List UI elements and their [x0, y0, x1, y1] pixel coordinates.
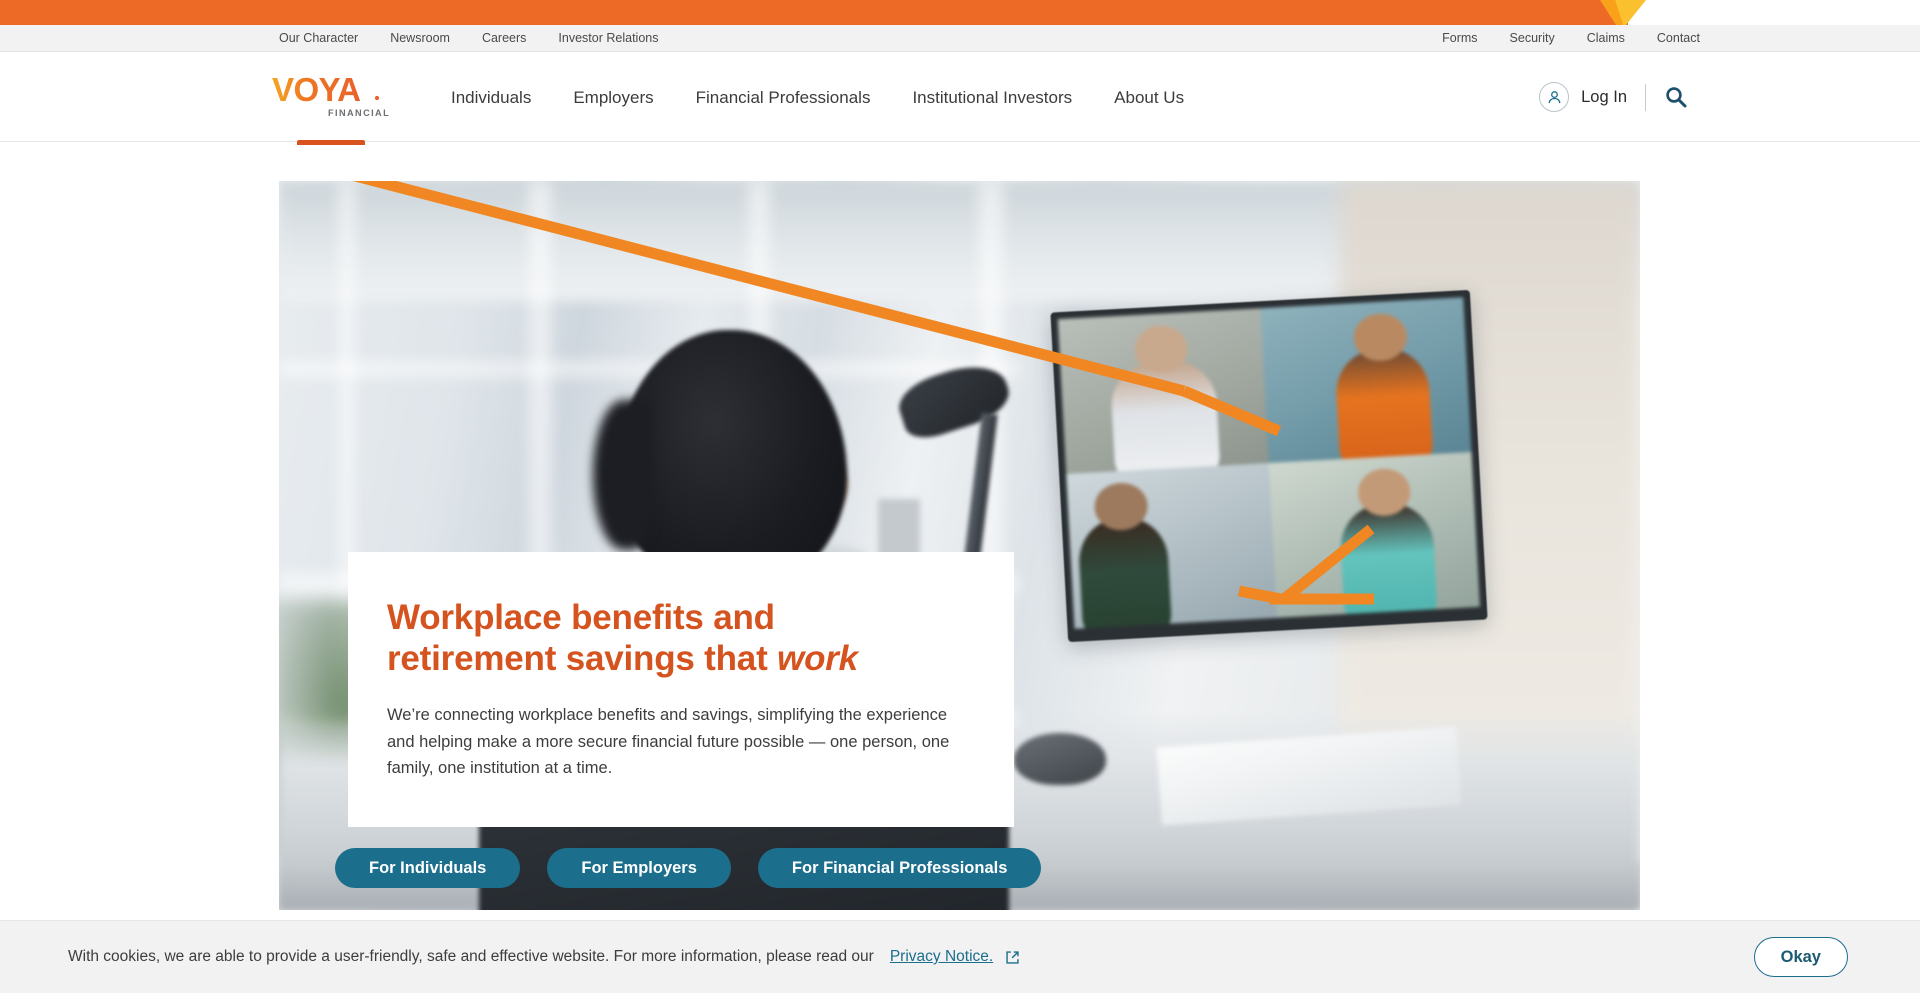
external-link-icon[interactable]: [1005, 950, 1020, 965]
nav-item-about-us[interactable]: About Us: [1093, 89, 1205, 106]
cta-for-employers[interactable]: For Employers: [547, 848, 731, 888]
utility-link-claims[interactable]: Claims: [1587, 32, 1625, 45]
utility-nav-bar: Our Character Newsroom Careers Investor …: [0, 25, 1920, 52]
active-nav-indicator: [297, 140, 365, 145]
hero-headline-emphasis: work: [777, 638, 858, 678]
nav-item-individuals[interactable]: Individuals: [430, 89, 552, 106]
cookie-message: With cookies, we are able to provide a u…: [68, 948, 874, 965]
external-link-glyph-icon: [1006, 950, 1019, 964]
site-header: VOYA FINANCIAL Individuals Employers Fin…: [0, 52, 1920, 145]
voya-logo-icon: VOYA FINANCIAL: [272, 71, 390, 118]
cookie-accept-button[interactable]: Okay: [1753, 937, 1848, 977]
nav-item-employers[interactable]: Employers: [552, 89, 674, 106]
cookie-message-wrap: With cookies, we are able to provide a u…: [68, 948, 1020, 966]
search-icon[interactable]: [1664, 85, 1688, 109]
voya-financial-logo[interactable]: VOYA FINANCIAL: [272, 70, 390, 124]
utility-nav-right: Forms Security Claims Contact: [1442, 25, 1700, 52]
header-divider: [1645, 83, 1646, 111]
nav-item-institutional-investors[interactable]: Institutional Investors: [891, 89, 1093, 106]
voya-chevron-icon: [1600, 0, 1646, 25]
utility-link-our-character[interactable]: Our Character: [279, 32, 358, 45]
cta-for-individuals[interactable]: For Individuals: [335, 848, 521, 888]
user-glyph-icon: [1548, 90, 1561, 103]
svg-text:FINANCIAL: FINANCIAL: [328, 108, 390, 118]
hero-subtitle: We’re connecting workplace benefits and …: [387, 705, 950, 778]
nav-item-financial-professionals[interactable]: Financial Professionals: [675, 89, 892, 106]
hero-headline-line2-text: retirement savings that: [387, 638, 778, 678]
utility-link-forms[interactable]: Forms: [1442, 32, 1477, 45]
login-button[interactable]: Log In: [1581, 88, 1627, 107]
hero-headline-line2: retirement savings that work: [387, 639, 974, 680]
hero-headline-line1: Workplace benefits and: [387, 598, 775, 637]
top-accent-orange: [0, 0, 1628, 25]
svg-text:VOYA: VOYA: [272, 71, 361, 108]
utility-link-investor-relations[interactable]: Investor Relations: [558, 32, 658, 45]
utility-link-newsroom[interactable]: Newsroom: [390, 32, 450, 45]
header-actions: Log In: [1539, 52, 1688, 142]
user-icon[interactable]: [1539, 82, 1570, 112]
primary-nav: Individuals Employers Financial Professi…: [430, 52, 1205, 142]
cta-for-financial-professionals[interactable]: For Financial Professionals: [757, 848, 1042, 888]
hero-headline: Workplace benefits and retirement saving…: [387, 598, 974, 680]
hero-text-card: Workplace benefits and retirement saving…: [348, 552, 1014, 827]
cookie-consent-banner: With cookies, we are able to provide a u…: [0, 920, 1920, 993]
hero-banner: Workplace benefits and retirement saving…: [279, 181, 1640, 910]
utility-link-contact[interactable]: Contact: [1657, 32, 1700, 45]
hero-cta-group: For Individuals For Employers For Financ…: [335, 848, 1042, 888]
top-accent-band: [0, 0, 1920, 25]
search-glyph-icon: [1666, 87, 1687, 108]
utility-link-careers[interactable]: Careers: [482, 32, 526, 45]
privacy-notice-link[interactable]: Privacy Notice.: [890, 948, 993, 966]
utility-link-security[interactable]: Security: [1510, 32, 1555, 45]
utility-nav-left: Our Character Newsroom Careers Investor …: [279, 25, 658, 52]
